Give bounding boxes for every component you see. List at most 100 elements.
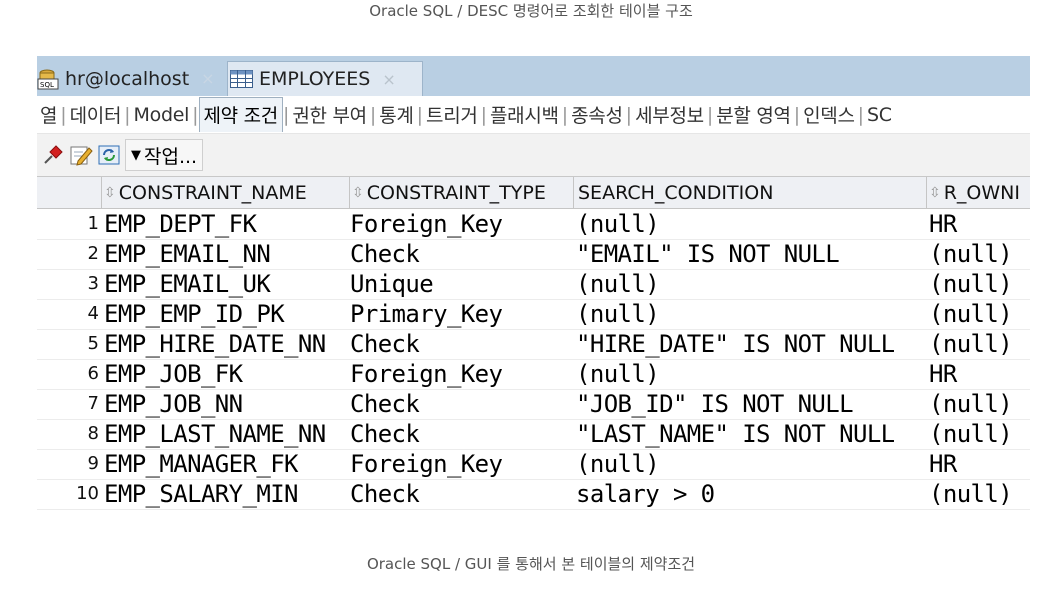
svg-text:SQL: SQL [40,81,54,89]
row-number[interactable]: 4 [37,299,99,329]
cell-r-owner[interactable]: HR [929,209,1030,239]
cell-constraint-name[interactable]: EMP_MANAGER_FK [104,449,348,479]
column-header-constraint-type[interactable]: ⇳ CONSTRAINT_TYPE [350,177,574,209]
cell-constraint-name[interactable]: EMP_EMAIL_UK [104,269,348,299]
cell-constraint-type[interactable]: Check [350,419,572,449]
cell-search-condition[interactable]: "HIRE_DATE" IS NOT NULL [576,329,926,359]
tab-employees[interactable]: EMPLOYEES × [227,61,423,96]
cell-search-condition[interactable]: "EMAIL" IS NOT NULL [576,239,926,269]
caption-bottom: Oracle SQL / GUI 를 통해서 본 테이블의 제약조건 [366,555,696,573]
cell-constraint-name[interactable]: EMP_JOB_NN [104,389,348,419]
subtab-dependencies[interactable]: 종속성 [568,101,626,128]
cell-r-owner[interactable]: HR [929,449,1030,479]
table-row[interactable]: 1 EMP_DEPT_FK Foreign_Key (null) HR [37,209,1030,240]
cell-constraint-type[interactable]: Check [350,239,572,269]
subtab-columns[interactable]: 열 [37,101,60,128]
subtab-constraints[interactable]: 제약 조건 [198,97,283,132]
close-icon[interactable]: × [382,70,395,89]
cell-constraint-name[interactable]: EMP_LAST_NAME_NN [104,419,348,449]
cell-constraint-type[interactable]: Check [350,479,572,509]
sql-developer-panel: SQL hr@localhost × EMPLOYEES × 열 | 데이터 |… [37,56,1030,511]
subtab-data[interactable]: 데이터 [67,101,125,128]
subtab-sql[interactable]: SC [864,104,895,126]
cell-constraint-type[interactable]: Primary_Key [350,299,572,329]
cell-r-owner[interactable]: (null) [929,269,1030,299]
row-number[interactable]: 3 [37,269,99,299]
cell-constraint-name[interactable]: EMP_SALARY_MIN [104,479,348,509]
cell-r-owner[interactable]: (null) [929,299,1030,329]
cell-r-owner[interactable]: (null) [929,389,1030,419]
actions-dropdown-button[interactable]: ▼ 작업... [125,139,204,171]
edit-icon[interactable] [69,143,93,167]
cell-search-condition[interactable]: "LAST_NAME" IS NOT NULL [576,419,926,449]
cell-constraint-name[interactable]: EMP_JOB_FK [104,359,348,389]
cell-constraint-name[interactable]: EMP_HIRE_DATE_NN [104,329,348,359]
row-number[interactable]: 10 [37,479,99,509]
cell-constraint-name[interactable]: EMP_EMP_ID_PK [104,299,348,329]
sql-connection-icon: SQL [37,68,61,90]
refresh-icon[interactable] [97,143,121,167]
cell-constraint-type[interactable]: Foreign_Key [350,449,572,479]
cell-constraint-type[interactable]: Check [350,389,572,419]
table-row[interactable]: 9 EMP_MANAGER_FK Foreign_Key (null) HR [37,449,1030,480]
close-icon[interactable]: × [201,69,214,88]
cell-r-owner[interactable]: (null) [929,329,1030,359]
cell-constraint-type[interactable]: Foreign_Key [350,209,572,239]
row-number-header [37,177,102,209]
row-number[interactable]: 6 [37,359,99,389]
cell-constraint-name[interactable]: EMP_DEPT_FK [104,209,348,239]
tab-label: EMPLOYEES [259,68,371,90]
column-header-search-condition[interactable]: SEARCH_CONDITION [574,177,927,209]
row-number[interactable]: 9 [37,449,99,479]
cell-constraint-type[interactable]: Check [350,329,572,359]
pin-icon[interactable] [41,143,65,167]
cell-search-condition[interactable]: (null) [576,449,926,479]
caption-top: Oracle SQL / DESC 명령어로 조회한 테이블 구조 [369,2,693,20]
table-row[interactable]: 5 EMP_HIRE_DATE_NN Check "HIRE_DATE" IS NOT… [37,329,1030,360]
cell-r-owner[interactable]: (null) [929,239,1030,269]
actions-label: 작업... [144,145,198,168]
table-row[interactable]: 4 EMP_EMP_ID_PK Primary_Key (null) (null) [37,299,1030,330]
subtab-grants[interactable]: 권한 부여 [289,101,369,128]
row-number[interactable]: 8 [37,419,99,449]
cell-search-condition[interactable]: (null) [576,209,926,239]
subtab-details[interactable]: 세부정보 [632,101,707,128]
table-row[interactable]: 7 EMP_JOB_NN Check "JOB_ID" IS NOT NULL (nul… [37,389,1030,420]
cell-r-owner[interactable]: HR [929,359,1030,389]
document-tab-bar: SQL hr@localhost × EMPLOYEES × [37,56,1030,96]
subtab-partitions[interactable]: 분할 영역 [713,101,793,128]
table-row[interactable]: 8 EMP_LAST_NAME_NN Check "LAST_NAME" IS NOT… [37,419,1030,450]
cell-search-condition[interactable]: (null) [576,299,926,329]
tab-label: hr@localhost [65,67,190,90]
cell-r-owner[interactable]: (null) [929,419,1030,449]
subtab-model[interactable]: Model [131,104,193,126]
column-header-r-owner[interactable]: ⇳ R_OWNI [927,177,1030,209]
constraints-grid: ⇳ CONSTRAINT_NAME ⇳ CONSTRAINT_TYPE SEAR… [37,176,1030,511]
cell-constraint-type[interactable]: Unique [350,269,572,299]
subtab-triggers[interactable]: 트리거 [423,101,481,128]
row-number[interactable]: 5 [37,329,99,359]
caret-down-icon: ▼ [131,147,141,163]
column-header-constraint-name[interactable]: ⇳ CONSTRAINT_NAME [102,177,350,209]
subtab-statistics[interactable]: 통계 [376,101,416,128]
cell-search-condition[interactable]: salary > 0 [576,479,926,509]
table-row[interactable]: 3 EMP_EMAIL_UK Unique (null) (null) [37,269,1030,300]
row-number[interactable]: 2 [37,239,99,269]
table-row[interactable]: 6 EMP_JOB_FK Foreign_Key (null) HR [37,359,1030,390]
table-row[interactable]: 2 EMP_EMAIL_NN Check "EMAIL" IS NOT NULL (nu… [37,239,1030,270]
object-sub-tabs: 열 | 데이터 | Model | 제약 조건 | 권한 부여 | 통계 | 트리거 | 플래… [37,96,1030,134]
row-number[interactable]: 1 [37,209,99,239]
toolbar: ▼ 작업... [37,134,1030,176]
sort-icon: ⇳ [104,184,116,201]
cell-search-condition[interactable]: "JOB_ID" IS NOT NULL [576,389,926,419]
subtab-flashback[interactable]: 플래시백 [487,101,562,128]
row-number[interactable]: 7 [37,389,99,419]
table-row[interactable]: 10 EMP_SALARY_MIN Check salary > 0 (null) [37,479,1030,510]
subtab-indexes[interactable]: 인덱스 [800,101,858,128]
cell-search-condition[interactable]: (null) [576,269,926,299]
cell-constraint-type[interactable]: Foreign_Key [350,359,572,389]
cell-r-owner[interactable]: (null) [929,479,1030,509]
tab-hr-localhost[interactable]: SQL hr@localhost × [37,61,223,96]
cell-constraint-name[interactable]: EMP_EMAIL_NN [104,239,348,269]
cell-search-condition[interactable]: (null) [576,359,926,389]
